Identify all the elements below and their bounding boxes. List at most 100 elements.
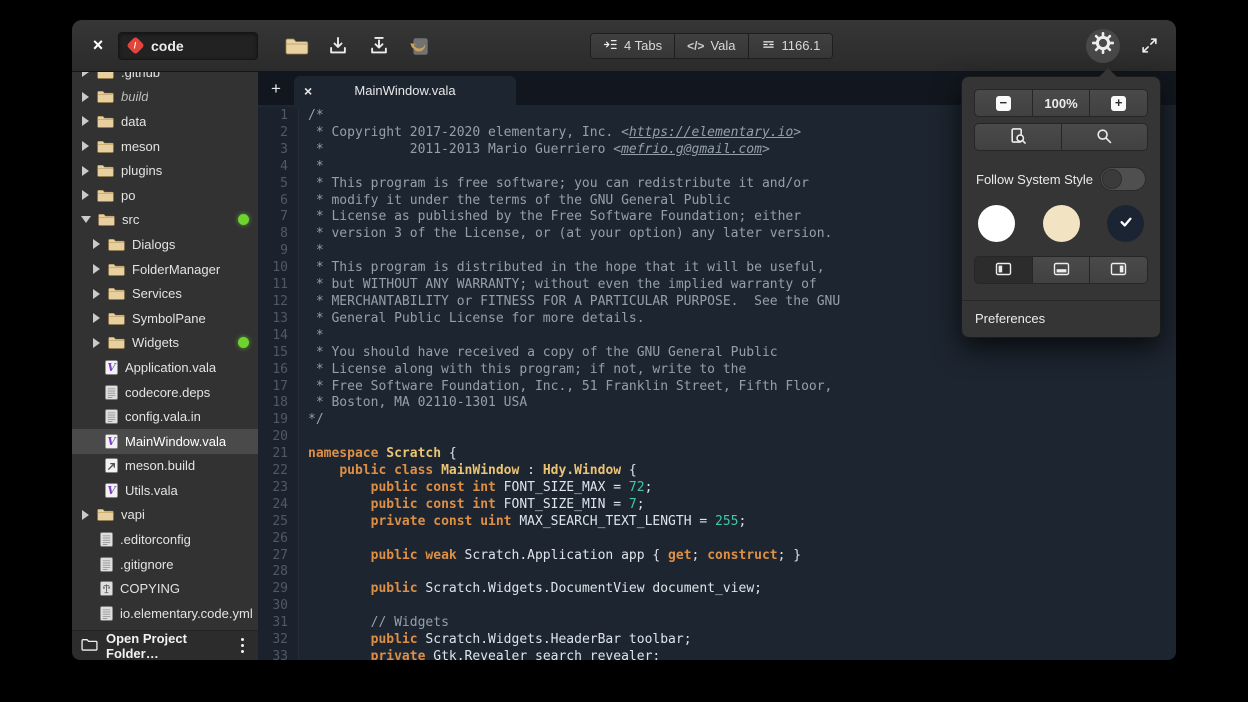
expander-closed-icon[interactable] [82,510,89,520]
tree-item-application-vala[interactable]: VApplication.vala [72,355,258,380]
zoom-out-button[interactable]: − [975,90,1033,116]
tree-item-utils-vala[interactable]: VUtils.vala [72,478,258,503]
tree-item-widgets[interactable]: Widgets [72,331,258,356]
tree-item-data[interactable]: data [72,109,258,134]
tree-item-symbolpane[interactable]: SymbolPane [72,306,258,331]
revert-button[interactable] [407,33,433,59]
language-menu-button[interactable]: </> Vala [675,34,748,58]
folder-icon [97,189,114,202]
line-number: 6 [258,193,288,210]
tree-item-codecore-deps[interactable]: codecore.deps [72,380,258,405]
code-line: namespace Scratch { [308,446,1176,463]
fullscreen-button[interactable] [1136,33,1162,59]
open-file-button[interactable] [284,33,310,59]
code-line: public Scratch.Widgets.HeaderBar toolbar… [308,632,1176,649]
expander-closed-icon[interactable] [82,92,89,102]
expander-closed-icon[interactable] [93,313,100,323]
line-number: 11 [258,277,288,294]
settings-menu-button[interactable] [1086,29,1120,63]
tree-item-meson-build[interactable]: meson.build [72,454,258,479]
find-in-files-button[interactable] [975,124,1062,150]
save-as-button[interactable] [366,33,392,59]
window-close-button[interactable]: × [86,34,110,58]
build-file-icon [105,458,118,473]
tree-item-meson[interactable]: meson [72,134,258,159]
text-file-icon [100,606,113,621]
project-chooser-button[interactable]: / code [118,32,258,60]
tabs-menu-button[interactable]: 4 Tabs [591,34,675,58]
line-number: 19 [258,412,288,429]
code-line: private const uint MAX_SEARCH_TEXT_LENGT… [308,514,1176,531]
search-icon [1095,127,1113,148]
expander-closed-icon[interactable] [82,72,89,77]
expander-closed-icon[interactable] [82,116,89,126]
expander-closed-icon[interactable] [93,289,100,299]
expander-closed-icon[interactable] [93,338,100,348]
tree-item-copying[interactable]: COPYING [72,576,258,601]
code-line: */ [308,412,1176,429]
line-number: 9 [258,243,288,260]
expander-closed-icon[interactable] [82,166,89,176]
expander-closed-icon[interactable] [82,141,89,151]
line-column-button[interactable]: 1166.1 [749,34,833,58]
tree-item-src[interactable]: src [72,208,258,233]
line-number: 27 [258,548,288,565]
open-project-folder-button[interactable]: Open Project Folder… [72,630,258,660]
line-number: 23 [258,480,288,497]
tree-item--github[interactable]: .github [72,72,258,85]
line-number: 25 [258,514,288,531]
code-line: public const int FONT_SIZE_MIN = 7; [308,497,1176,514]
code-line [308,429,1176,446]
find-button[interactable] [1062,124,1148,150]
tabs-icon [603,38,618,54]
vcs-modified-badge [238,214,249,225]
line-number: 7 [258,209,288,226]
toggle-sidebar-button[interactable] [975,257,1033,283]
preferences-menu-item[interactable]: Preferences [962,301,1160,337]
tree-item-label: Widgets [132,335,179,350]
expander-closed-icon[interactable] [93,239,100,249]
statusbar-buttons: 4 Tabs </> Vala 1166.1 [590,33,833,59]
line-number: 32 [258,632,288,649]
toggle-outline-button[interactable] [1090,257,1147,283]
tree-item--editorconfig[interactable]: .editorconfig [72,527,258,552]
tree-item-mainwindow-vala[interactable]: VMainWindow.vala [72,429,258,454]
style-option-light[interactable] [978,205,1015,242]
style-option-sepia[interactable] [1043,205,1080,242]
folder-icon [108,263,125,276]
line-number: 2 [258,125,288,142]
tree-item-config-vala-in[interactable]: config.vala.in [72,404,258,429]
new-tab-button[interactable]: + [258,72,294,105]
code-line: * You should have received a copy of the… [308,345,1176,362]
tree-item-io-elementary-code-yml[interactable]: io.elementary.code.yml [72,601,258,626]
tab-close-icon[interactable]: × [304,83,318,99]
code-line: * License along with this program; if no… [308,362,1176,379]
goto-line-icon [761,38,776,54]
code-line: public Scratch.Widgets.DocumentView docu… [308,581,1176,598]
tree-item-build[interactable]: build [72,85,258,110]
tree-item-plugins[interactable]: plugins [72,158,258,183]
follow-system-style-switch[interactable] [1100,167,1146,191]
find-controls [974,123,1148,151]
tree-item-dialogs[interactable]: Dialogs [72,232,258,257]
zoom-level[interactable]: 100% [1033,90,1091,116]
zoom-in-button[interactable]: + [1090,90,1147,116]
tree-item-services[interactable]: Services [72,281,258,306]
sidebar-menu-button[interactable] [236,638,250,654]
folder-icon [97,90,114,103]
line-number: 10 [258,260,288,277]
save-button[interactable] [325,33,351,59]
toggle-terminal-button[interactable] [1033,257,1091,283]
code-line: public weak Scratch.Application app { ge… [308,548,1176,565]
tab-mainwindow-vala[interactable]: × MainWindow.vala [294,76,516,105]
tree-item-vapi[interactable]: vapi [72,503,258,528]
tree-item-label: Services [132,286,182,301]
style-option-dark[interactable] [1107,205,1144,242]
tree-item--gitignore[interactable]: .gitignore [72,552,258,577]
tree-item-po[interactable]: po [72,183,258,208]
expander-closed-icon[interactable] [82,190,89,200]
expander-open-icon[interactable] [81,216,91,223]
expander-closed-icon[interactable] [93,264,100,274]
tree-item-label: MainWindow.vala [125,434,226,449]
tree-item-foldermanager[interactable]: FolderManager [72,257,258,282]
